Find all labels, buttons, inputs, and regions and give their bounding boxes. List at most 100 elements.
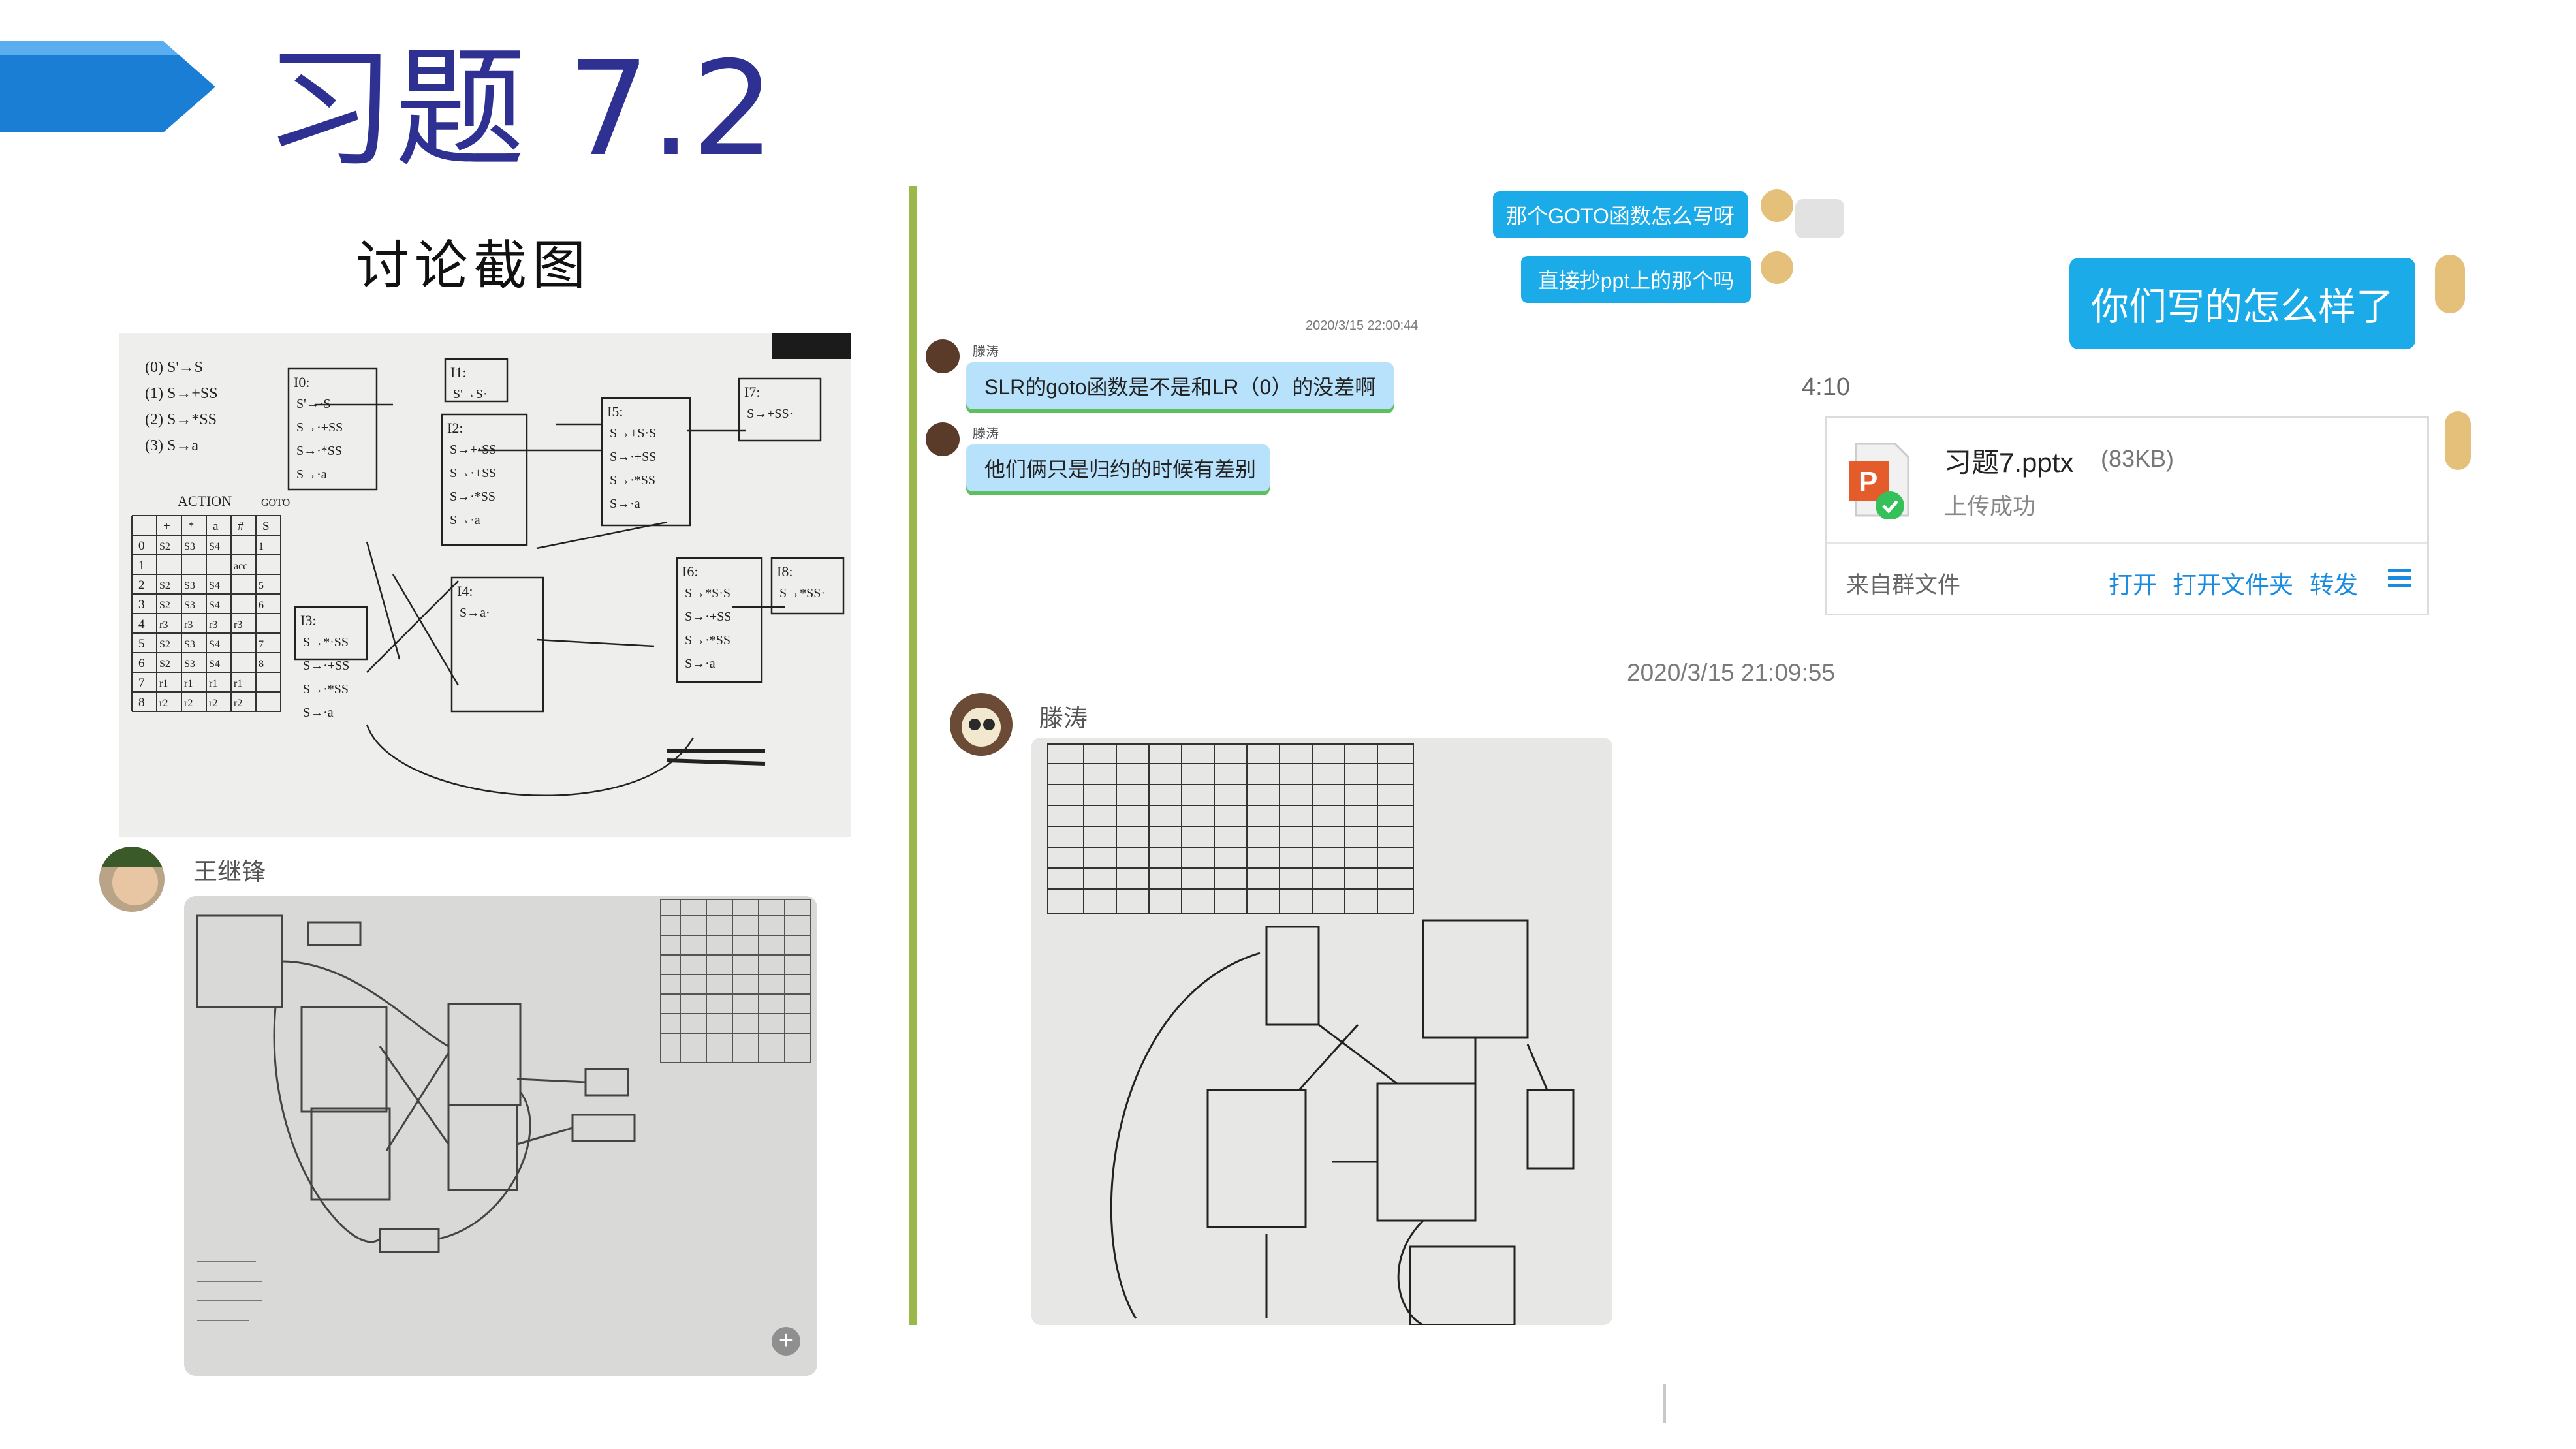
table-state-label: 0: [138, 539, 145, 553]
table-col-header: S: [262, 520, 270, 533]
table-cell: r1: [234, 678, 242, 689]
open-file-link[interactable]: 打开: [2109, 565, 2157, 600]
table-cell: S4: [209, 659, 220, 670]
lr-item: S→·a: [303, 706, 334, 720]
table-cell: S3: [184, 541, 195, 552]
lr-item: S'→S·: [453, 387, 488, 401]
open-folder-link[interactable]: 打开文件夹: [2173, 565, 2293, 600]
plus-magnifier-icon[interactable]: +: [772, 1327, 800, 1356]
lr-item: S→*SS·: [779, 586, 825, 600]
sender-name-wang: 王继锋: [193, 858, 266, 885]
table-cell: S3: [184, 600, 195, 611]
table-cell: r3: [234, 619, 242, 631]
table-cell: S4: [209, 580, 220, 591]
sender-name-teng-2: 滕涛: [973, 427, 999, 441]
chat-action-icon[interactable]: [1795, 199, 1844, 238]
handwritten-drawing-3: [1031, 738, 1612, 1325]
lr-item: S→+SS·: [747, 407, 793, 421]
lr-item: S→*·SS: [303, 635, 349, 649]
sender-avatar-wang[interactable]: [99, 847, 165, 912]
grammar-rule: (3) S→a: [145, 437, 198, 454]
sender-avatar-dog-1[interactable]: [1761, 189, 1793, 222]
chat-bubble-progress-question: 你们写的怎么样了: [2069, 258, 2415, 349]
lr-state-label: I1:: [450, 364, 466, 381]
table-cell: r2: [234, 698, 242, 709]
table-cell: S4: [209, 639, 220, 650]
file-size: (83KB): [2101, 445, 2175, 472]
lr-state-label: I2:: [447, 420, 463, 436]
table-col-header: a: [213, 520, 219, 533]
lr-state-label: I4:: [457, 583, 473, 599]
sender-name-teng-1: 滕涛: [973, 345, 999, 359]
table-cell: S2: [159, 639, 170, 650]
sender-avatar-dog-3[interactable]: [2435, 255, 2465, 313]
grammar-rule: (1) S→+SS: [145, 385, 218, 402]
slide-title: 习题 7.2: [264, 33, 775, 185]
sender-avatar-teng-3[interactable]: [950, 693, 1013, 756]
table-cell: S2: [159, 659, 170, 670]
lr-state-label: I6:: [682, 563, 698, 580]
table-state-label: 8: [138, 696, 145, 709]
file-name: 习题7.pptx: [1944, 447, 2074, 478]
vertical-divider: [909, 186, 917, 1325]
table-state-label: 2: [138, 578, 145, 592]
grammar-rule: (0) S'→S: [145, 359, 203, 376]
handwritten-photo-1[interactable]: (0) S'→S (1) S→+SS (2) S→*SS (3) S→a ACTION…: [119, 333, 851, 837]
table-cell: r1: [159, 678, 168, 689]
chat-bubble-ppt-question: 直接抄ppt上的那个吗: [1521, 256, 1751, 303]
lr-item: S→·*SS: [303, 682, 349, 696]
table-cell: 7: [259, 639, 264, 650]
table-state-label: 1: [138, 559, 145, 572]
table-cell: acc: [234, 561, 247, 572]
lr-item: S→·+SS: [450, 466, 496, 480]
timestamp-1: 2020/3/15 22:00:44: [1306, 319, 1419, 333]
chat-bubble-goto-question: 那个GOTO函数怎么写呀: [1493, 191, 1748, 238]
table-state-label: 7: [138, 676, 145, 690]
table-state-label: 6: [138, 657, 145, 670]
lr-item: S→·+SS: [303, 659, 349, 673]
table-cell: S2: [159, 541, 170, 552]
hamburger-icon[interactable]: [2388, 568, 2411, 589]
timestamp-time: 4:10: [1802, 373, 1850, 401]
lr-item: S→·+SS: [296, 420, 343, 435]
table-cell: S3: [184, 580, 195, 591]
scroll-indicator[interactable]: [1663, 1384, 1666, 1423]
sender-avatar-dog-2[interactable]: [1761, 251, 1793, 284]
lr-state-label: I8:: [777, 563, 793, 580]
lr-item: S→·a: [450, 513, 480, 527]
lr-state-label: I7:: [744, 384, 760, 400]
table-cell: 5: [259, 580, 264, 591]
table-cell: S4: [209, 541, 220, 552]
handwritten-drawing-2: [184, 896, 817, 1376]
table-cell: r3: [209, 619, 217, 631]
file-attachment-card[interactable]: P 习题7.pptx (83KB) 上传成功 来自群文件 打开 打开文件夹 转发: [1825, 416, 2429, 615]
table-col-header: *: [188, 520, 195, 533]
table-header-goto: GOTO: [261, 497, 290, 508]
handwritten-photo-3[interactable]: [1031, 738, 1612, 1325]
sender-avatar-teng-2[interactable]: [926, 422, 960, 456]
slide-subtitle: 讨论截图: [356, 235, 591, 297]
table-cell: r3: [159, 619, 168, 631]
table-cell: r2: [184, 698, 193, 709]
upload-status: 上传成功: [1944, 494, 2036, 520]
sender-avatar-dog-4[interactable]: [2445, 411, 2471, 470]
file-source: 来自群文件: [1846, 572, 1961, 598]
forward-link[interactable]: 转发: [2310, 565, 2358, 600]
table-cell: r1: [209, 678, 217, 689]
table-header-action: ACTION: [178, 493, 232, 509]
sender-avatar-teng-1[interactable]: [926, 339, 960, 373]
table-cell: 8: [259, 659, 264, 670]
table-cell: 6: [259, 600, 264, 611]
title-arrow-decoration: [0, 41, 215, 132]
table-cell: S3: [184, 639, 195, 650]
handwritten-photo-2[interactable]: +: [184, 896, 817, 1376]
table-cell: 1: [259, 541, 264, 552]
chat-bubble-slr-question: SLR的goto函数是不是和LR（0）的没差啊: [966, 362, 1394, 409]
lr-item: S→·a: [610, 497, 640, 511]
table-cell: S2: [159, 600, 170, 611]
table-cell: S4: [209, 600, 220, 611]
lr-item: S→·*SS: [610, 473, 655, 488]
lr-item: S→+S·S: [610, 426, 656, 441]
table-state-label: 4: [138, 617, 145, 631]
table-state-label: 5: [138, 637, 145, 651]
